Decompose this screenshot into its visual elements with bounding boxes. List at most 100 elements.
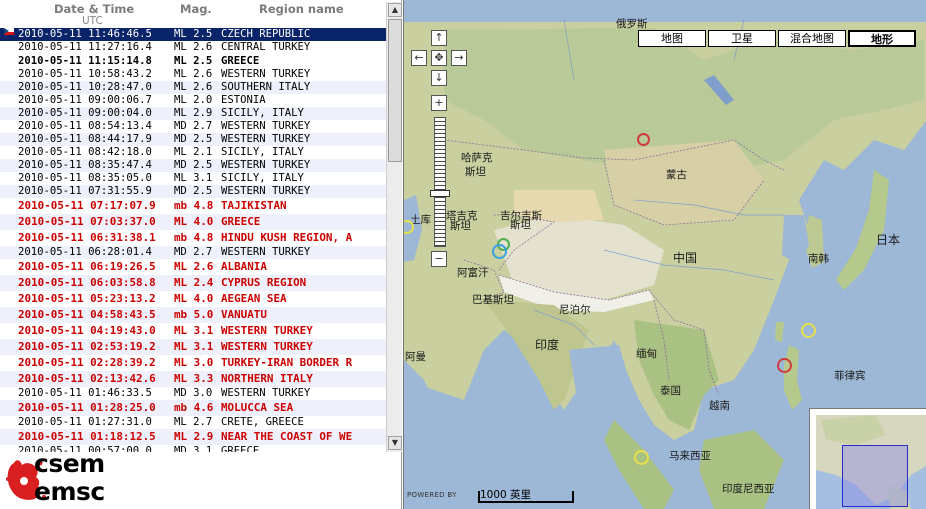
event-row[interactable]: 2010-05-11 04:19:43.0 ML 3.1 WESTERN TURKE… — [0, 323, 386, 339]
earthquake-marker-circle-icon[interactable] — [777, 358, 792, 373]
event-row[interactable]: 2010-05-11 01:27:31.0 ML 2.7 CRETE, GREECE — [0, 416, 386, 429]
overview-map-inner — [816, 415, 926, 509]
overview-map[interactable] — [809, 408, 926, 509]
event-region: CYPRUS REGION — [221, 276, 307, 289]
event-row[interactable]: 2010-05-11 08:35:05.0 ML 3.1 SICILY, ITALY — [0, 172, 386, 185]
event-row[interactable]: 2010-05-11 04:58:43.5 mb 5.0 VANUATU — [0, 307, 386, 323]
scale-label: 1000 英里 — [480, 489, 532, 501]
event-list[interactable]: 2010-05-11 11:46:46.5 ML 2.5 CZECH REPUBLI… — [0, 28, 386, 452]
event-row[interactable]: 2010-05-11 06:28:01.4 MD 2.7 WESTERN TURKE… — [0, 246, 386, 259]
event-row[interactable]: 2010-05-11 08:54:13.4 MD 2.7 WESTERN TURKE… — [0, 120, 386, 133]
map-label: 南韩 — [808, 253, 829, 265]
map-view[interactable]: 哈萨克 斯坦 蒙古 吉尔吉斯 斯坦 塔吉克 斯坦 中国 日本 南韩 阿富汗 巴基斯坦 尼泊尔 印度 阿曼 缅甸… — [403, 0, 926, 509]
arrow-up-icon[interactable]: ▲ — [388, 3, 402, 17]
event-region: GREECE — [221, 55, 260, 67]
event-magnitude: mb 4.8 — [174, 199, 214, 212]
scrollbar-thumb[interactable] — [388, 19, 402, 162]
event-row[interactable]: 2010-05-11 06:31:38.1 mb 4.8 HINDU KUSH RE… — [0, 230, 386, 246]
map-label: 越南 — [709, 400, 730, 412]
event-magnitude: ML 2.9 — [174, 430, 214, 443]
event-region: CZECH REPUBLIC — [221, 28, 311, 40]
event-magnitude: ML 2.6 — [174, 68, 213, 80]
event-datetime: 2010-05-11 08:35:05.0 — [18, 172, 152, 184]
map-label: 巴基斯坦 — [472, 294, 514, 306]
event-row[interactable]: 2010-05-11 09:00:06.7 ML 2.0 ESTONIA — [0, 94, 386, 107]
overview-viewport-box[interactable] — [842, 445, 908, 507]
event-magnitude: ML 2.4 — [174, 276, 214, 289]
zoom-in-icon[interactable]: + — [431, 95, 447, 111]
event-magnitude: mb 5.0 — [174, 308, 214, 321]
header-region[interactable]: Region name — [259, 2, 344, 16]
earthquake-marker-circle-icon[interactable] — [634, 450, 649, 465]
event-row[interactable]: 2010-05-11 07:31:55.9 MD 2.5 WESTERN TURKE… — [0, 185, 386, 198]
event-datetime: 2010-05-11 01:27:31.0 — [18, 416, 152, 428]
event-region: WESTERN TURKEY — [221, 387, 311, 399]
header-date-time[interactable]: Date & Time — [54, 2, 134, 16]
pan-up-icon[interactable]: ↑ — [431, 30, 447, 46]
event-row[interactable]: 2010-05-11 02:28:39.2 ML 3.0 TURKEY-IRAN B… — [0, 355, 386, 371]
event-row[interactable]: 2010-05-11 08:42:18.0 ML 2.1 SICILY, ITALY — [0, 146, 386, 159]
earthquake-marker-circle-icon[interactable] — [492, 244, 507, 259]
event-region: NEAR THE COAST OF WE — [221, 430, 353, 443]
map-label: 菲律宾 — [834, 370, 866, 382]
event-row[interactable]: 2010-05-11 11:27:16.4 ML 2.6 CENTRAL TURKE… — [0, 41, 386, 54]
event-row[interactable]: 2010-05-11 08:35:47.4 MD 2.5 WESTERN TURKE… — [0, 159, 386, 172]
event-row[interactable]: 2010-05-11 11:15:14.8 ML 2.5 GREECE — [0, 54, 386, 68]
event-region: CENTRAL TURKEY — [221, 41, 311, 53]
event-datetime: 2010-05-11 06:03:58.8 — [18, 276, 156, 289]
event-row[interactable]: 2010-05-11 10:58:43.2 ML 2.6 WESTERN TURKE… — [0, 68, 386, 81]
pan-center-icon[interactable]: ✥ — [431, 50, 447, 66]
event-region: WESTERN TURKEY — [221, 68, 311, 80]
event-magnitude: ML 4.0 — [174, 292, 214, 305]
event-region: AEGEAN SEA — [221, 292, 287, 305]
event-datetime: 2010-05-11 06:28:01.4 — [18, 246, 152, 258]
event-magnitude: ML 2.7 — [174, 416, 213, 428]
event-magnitude: ML 2.6 — [174, 260, 214, 273]
zoom-slider-thumb[interactable] — [430, 190, 450, 197]
pan-down-icon[interactable]: ↓ — [431, 70, 447, 86]
map-type-button[interactable]: 地图 — [638, 30, 706, 47]
event-datetime: 2010-05-11 01:28:25.0 — [18, 401, 156, 414]
event-row[interactable]: 2010-05-11 02:13:42.6 ML 3.3 NORTHERN ITAL… — [0, 371, 386, 387]
earthquake-marker-circle-icon[interactable] — [637, 133, 650, 146]
event-row[interactable]: 2010-05-11 11:46:46.5 ML 2.5 CZECH REPUBLI… — [0, 28, 386, 41]
event-row[interactable]: 2010-05-11 05:23:13.2 ML 4.0 AEGEAN SEA — [0, 291, 386, 307]
map-type-button[interactable]: 混合地图 — [778, 30, 846, 47]
map-label: 印度尼西亚 — [722, 483, 775, 495]
map-type-button[interactable]: 地形 — [848, 30, 916, 47]
event-region: WESTERN TURKEY — [221, 340, 313, 353]
event-region: VANUATU — [221, 308, 267, 321]
event-row[interactable]: 2010-05-11 07:17:07.9 mb 4.8 TAJIKISTAN — [0, 198, 386, 214]
event-row[interactable]: 2010-05-11 09:00:04.0 ML 2.9 SICILY, ITALY — [0, 107, 386, 120]
event-row[interactable]: 2010-05-11 01:28:25.0 mb 4.6 MOLUCCA SEA — [0, 400, 386, 416]
pan-right-icon[interactable]: → — [451, 50, 467, 66]
event-datetime: 2010-05-11 02:13:42.6 — [18, 372, 156, 385]
arrow-down-icon[interactable]: ▼ — [388, 436, 402, 450]
event-region: WESTERN TURKEY — [221, 133, 311, 145]
earthquake-marker-circle-icon[interactable] — [801, 323, 816, 338]
event-row[interactable]: 2010-05-11 07:03:37.0 ML 4.0 GREECE — [0, 214, 386, 230]
event-row[interactable]: 2010-05-11 02:53:19.2 ML 3.1 WESTERN TURKE… — [0, 339, 386, 355]
event-region: SICILY, ITALY — [221, 172, 304, 184]
event-row[interactable]: 2010-05-11 01:46:33.5 MD 3.0 WESTERN TURKE… — [0, 387, 386, 400]
event-row[interactable]: 2010-05-11 06:19:26.5 ML 2.6 ALBANIA — [0, 259, 386, 275]
list-scrollbar[interactable]: ▲ ▼ — [386, 2, 402, 452]
event-row[interactable]: 2010-05-11 08:44:17.9 MD 2.5 WESTERN TURKE… — [0, 133, 386, 146]
event-row[interactable]: 2010-05-11 10:28:47.0 ML 2.6 SOUTHERN ITAL… — [0, 81, 386, 94]
event-datetime: 2010-05-11 08:42:18.0 — [18, 146, 152, 158]
zoom-out-icon[interactable]: − — [431, 251, 447, 267]
map-label: 尼泊尔 — [559, 304, 591, 316]
event-datetime: 2010-05-11 07:31:55.9 — [18, 185, 152, 197]
zoom-slider-track[interactable] — [434, 117, 446, 247]
event-magnitude: mb 4.8 — [174, 231, 214, 244]
event-row[interactable]: 2010-05-11 01:18:12.5 ML 2.9 NEAR THE COAS… — [0, 429, 386, 445]
event-magnitude: mb 4.6 — [174, 401, 214, 414]
event-row[interactable]: 2010-05-11 06:03:58.8 ML 2.4 CYPRUS REGION — [0, 275, 386, 291]
logo-text-csem: csem — [34, 449, 105, 478]
event-region: ALBANIA — [221, 260, 267, 273]
map-type-button[interactable]: 卫星 — [708, 30, 776, 47]
map-label: 俄罗斯 — [616, 18, 648, 30]
header-mag[interactable]: Mag. — [180, 2, 212, 16]
pan-left-icon[interactable]: ← — [411, 50, 427, 66]
event-magnitude: MD 2.5 — [174, 159, 213, 171]
